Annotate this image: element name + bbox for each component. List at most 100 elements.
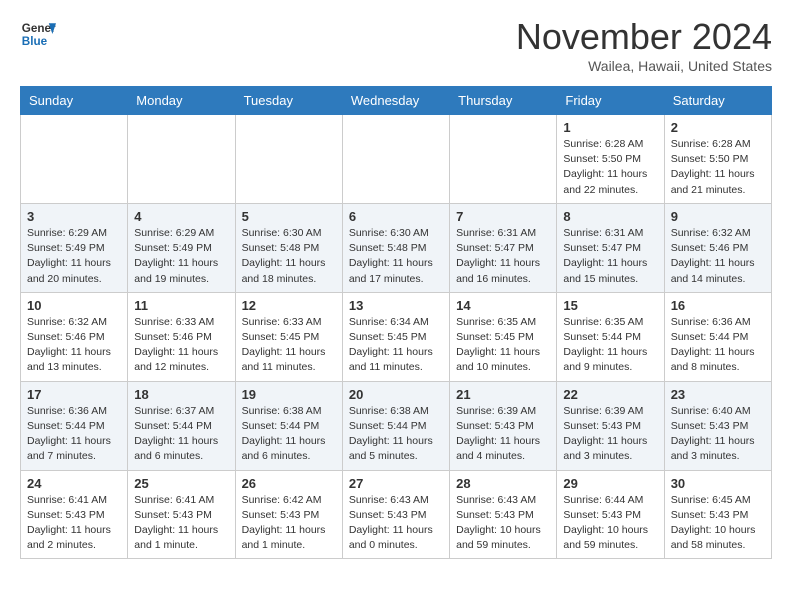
day-info: Sunrise: 6:33 AM Sunset: 5:46 PM Dayligh…: [134, 315, 228, 376]
calendar-cell: 8 Sunrise: 6:31 AM Sunset: 5:47 PM Daylig…: [557, 203, 664, 292]
day-number: 13: [349, 298, 443, 313]
calendar-cell: 22Sunrise: 6:39 AM Sunset: 5:43 PM Dayli…: [557, 381, 664, 470]
day-info: Sunrise: 6:28 AM Sunset: 5:50 PM Dayligh…: [671, 137, 765, 198]
day-number: 6: [349, 209, 443, 224]
day-info: Sunrise: 6:37 AM Sunset: 5:44 PM Dayligh…: [134, 404, 228, 465]
calendar-cell: 3 Sunrise: 6:29 AM Sunset: 5:49 PM Daylig…: [21, 203, 128, 292]
calendar-cell: 16 Sunrise: 6:36 AM Sunset: 5:44 PM Dayli…: [664, 292, 771, 381]
day-info: Sunrise: 6:42 AM Sunset: 5:43 PM Dayligh…: [242, 493, 336, 554]
day-info: Sunrise: 6:40 AM Sunset: 5:43 PM Dayligh…: [671, 404, 765, 465]
calendar-cell: 23 Sunrise: 6:40 AM Sunset: 5:43 PM Dayli…: [664, 381, 771, 470]
day-number: 16: [671, 298, 765, 313]
day-number: 19: [242, 387, 336, 402]
day-info: Sunrise: 6:41 AM Sunset: 5:43 PM Dayligh…: [134, 493, 228, 554]
day-number: 7: [456, 209, 550, 224]
day-number: 1: [563, 120, 657, 135]
weekday-header-saturday: Saturday: [664, 87, 771, 115]
day-number: 30: [671, 476, 765, 491]
calendar-cell: 6 Sunrise: 6:30 AM Sunset: 5:48 PM Daylig…: [342, 203, 449, 292]
calendar-cell: 26Sunrise: 6:42 AM Sunset: 5:43 PM Dayli…: [235, 470, 342, 559]
day-info: Sunrise: 6:44 AM Sunset: 5:43 PM Dayligh…: [563, 493, 657, 554]
calendar-cell: 30 Sunrise: 6:45 AM Sunset: 5:43 PM Dayli…: [664, 470, 771, 559]
weekday-header-sunday: Sunday: [21, 87, 128, 115]
day-number: 2: [671, 120, 765, 135]
day-number: 11: [134, 298, 228, 313]
weekday-header-row: SundayMondayTuesdayWednesdayThursdayFrid…: [21, 87, 772, 115]
calendar-cell: 2 Sunrise: 6:28 AM Sunset: 5:50 PM Daylig…: [664, 115, 771, 204]
day-info: Sunrise: 6:39 AM Sunset: 5:43 PM Dayligh…: [563, 404, 657, 465]
day-number: 27: [349, 476, 443, 491]
day-info: Sunrise: 6:29 AM Sunset: 5:49 PM Dayligh…: [134, 226, 228, 287]
calendar-cell: 12 Sunrise: 6:33 AM Sunset: 5:45 PM Dayli…: [235, 292, 342, 381]
calendar-cell: 19 Sunrise: 6:38 AM Sunset: 5:44 PM Dayli…: [235, 381, 342, 470]
calendar-week-row: 1 Sunrise: 6:28 AM Sunset: 5:50 PM Daylig…: [21, 115, 772, 204]
day-info: Sunrise: 6:38 AM Sunset: 5:44 PM Dayligh…: [242, 404, 336, 465]
day-number: 23: [671, 387, 765, 402]
calendar-cell: 17 Sunrise: 6:36 AM Sunset: 5:44 PM Dayli…: [21, 381, 128, 470]
calendar-cell: 13Sunrise: 6:34 AM Sunset: 5:45 PM Dayli…: [342, 292, 449, 381]
calendar-cell: 24 Sunrise: 6:41 AM Sunset: 5:43 PM Dayli…: [21, 470, 128, 559]
day-number: 5: [242, 209, 336, 224]
day-info: Sunrise: 6:45 AM Sunset: 5:43 PM Dayligh…: [671, 493, 765, 554]
day-info: Sunrise: 6:36 AM Sunset: 5:44 PM Dayligh…: [27, 404, 121, 465]
day-number: 25: [134, 476, 228, 491]
day-info: Sunrise: 6:30 AM Sunset: 5:48 PM Dayligh…: [349, 226, 443, 287]
svg-text:Blue: Blue: [22, 35, 48, 48]
day-number: 9: [671, 209, 765, 224]
calendar-week-row: 10Sunrise: 6:32 AM Sunset: 5:46 PM Dayli…: [21, 292, 772, 381]
calendar-cell: [342, 115, 449, 204]
day-info: Sunrise: 6:36 AM Sunset: 5:44 PM Dayligh…: [671, 315, 765, 376]
location: Wailea, Hawaii, United States: [516, 58, 772, 74]
calendar-cell: 11 Sunrise: 6:33 AM Sunset: 5:46 PM Dayli…: [128, 292, 235, 381]
calendar-cell: 20Sunrise: 6:38 AM Sunset: 5:44 PM Dayli…: [342, 381, 449, 470]
weekday-header-tuesday: Tuesday: [235, 87, 342, 115]
day-info: Sunrise: 6:41 AM Sunset: 5:43 PM Dayligh…: [27, 493, 121, 554]
day-info: Sunrise: 6:32 AM Sunset: 5:46 PM Dayligh…: [671, 226, 765, 287]
day-info: Sunrise: 6:35 AM Sunset: 5:45 PM Dayligh…: [456, 315, 550, 376]
calendar-cell: [21, 115, 128, 204]
day-info: Sunrise: 6:33 AM Sunset: 5:45 PM Dayligh…: [242, 315, 336, 376]
day-info: Sunrise: 6:39 AM Sunset: 5:43 PM Dayligh…: [456, 404, 550, 465]
calendar-cell: 28 Sunrise: 6:43 AM Sunset: 5:43 PM Dayli…: [450, 470, 557, 559]
day-number: 28: [456, 476, 550, 491]
weekday-header-thursday: Thursday: [450, 87, 557, 115]
month-title: November 2024: [516, 16, 772, 58]
day-number: 10: [27, 298, 121, 313]
calendar-cell: 15 Sunrise: 6:35 AM Sunset: 5:44 PM Dayli…: [557, 292, 664, 381]
calendar-week-row: 17 Sunrise: 6:36 AM Sunset: 5:44 PM Dayli…: [21, 381, 772, 470]
day-number: 12: [242, 298, 336, 313]
day-number: 14: [456, 298, 550, 313]
day-info: Sunrise: 6:31 AM Sunset: 5:47 PM Dayligh…: [456, 226, 550, 287]
day-number: 8: [563, 209, 657, 224]
day-number: 20: [349, 387, 443, 402]
day-info: Sunrise: 6:29 AM Sunset: 5:49 PM Dayligh…: [27, 226, 121, 287]
logo-icon: General Blue: [20, 16, 56, 52]
day-number: 21: [456, 387, 550, 402]
day-info: Sunrise: 6:43 AM Sunset: 5:43 PM Dayligh…: [349, 493, 443, 554]
calendar-week-row: 3 Sunrise: 6:29 AM Sunset: 5:49 PM Daylig…: [21, 203, 772, 292]
calendar-cell: 29 Sunrise: 6:44 AM Sunset: 5:43 PM Dayli…: [557, 470, 664, 559]
day-info: Sunrise: 6:35 AM Sunset: 5:44 PM Dayligh…: [563, 315, 657, 376]
calendar-cell: 5Sunrise: 6:30 AM Sunset: 5:48 PM Daylig…: [235, 203, 342, 292]
day-info: Sunrise: 6:43 AM Sunset: 5:43 PM Dayligh…: [456, 493, 550, 554]
calendar-cell: 25 Sunrise: 6:41 AM Sunset: 5:43 PM Dayli…: [128, 470, 235, 559]
calendar-cell: 1 Sunrise: 6:28 AM Sunset: 5:50 PM Daylig…: [557, 115, 664, 204]
calendar-table: SundayMondayTuesdayWednesdayThursdayFrid…: [20, 86, 772, 559]
calendar-cell: 10Sunrise: 6:32 AM Sunset: 5:46 PM Dayli…: [21, 292, 128, 381]
logo: General Blue: [20, 16, 60, 52]
day-number: 17: [27, 387, 121, 402]
day-info: Sunrise: 6:28 AM Sunset: 5:50 PM Dayligh…: [563, 137, 657, 198]
calendar-cell: [450, 115, 557, 204]
day-number: 3: [27, 209, 121, 224]
calendar-cell: 18Sunrise: 6:37 AM Sunset: 5:44 PM Dayli…: [128, 381, 235, 470]
page-header: General Blue November 2024 Wailea, Hawai…: [20, 16, 772, 74]
day-number: 24: [27, 476, 121, 491]
day-info: Sunrise: 6:31 AM Sunset: 5:47 PM Dayligh…: [563, 226, 657, 287]
calendar-cell: 27 Sunrise: 6:43 AM Sunset: 5:43 PM Dayli…: [342, 470, 449, 559]
weekday-header-monday: Monday: [128, 87, 235, 115]
day-number: 4: [134, 209, 228, 224]
calendar-cell: [235, 115, 342, 204]
day-number: 15: [563, 298, 657, 313]
day-number: 29: [563, 476, 657, 491]
weekday-header-wednesday: Wednesday: [342, 87, 449, 115]
